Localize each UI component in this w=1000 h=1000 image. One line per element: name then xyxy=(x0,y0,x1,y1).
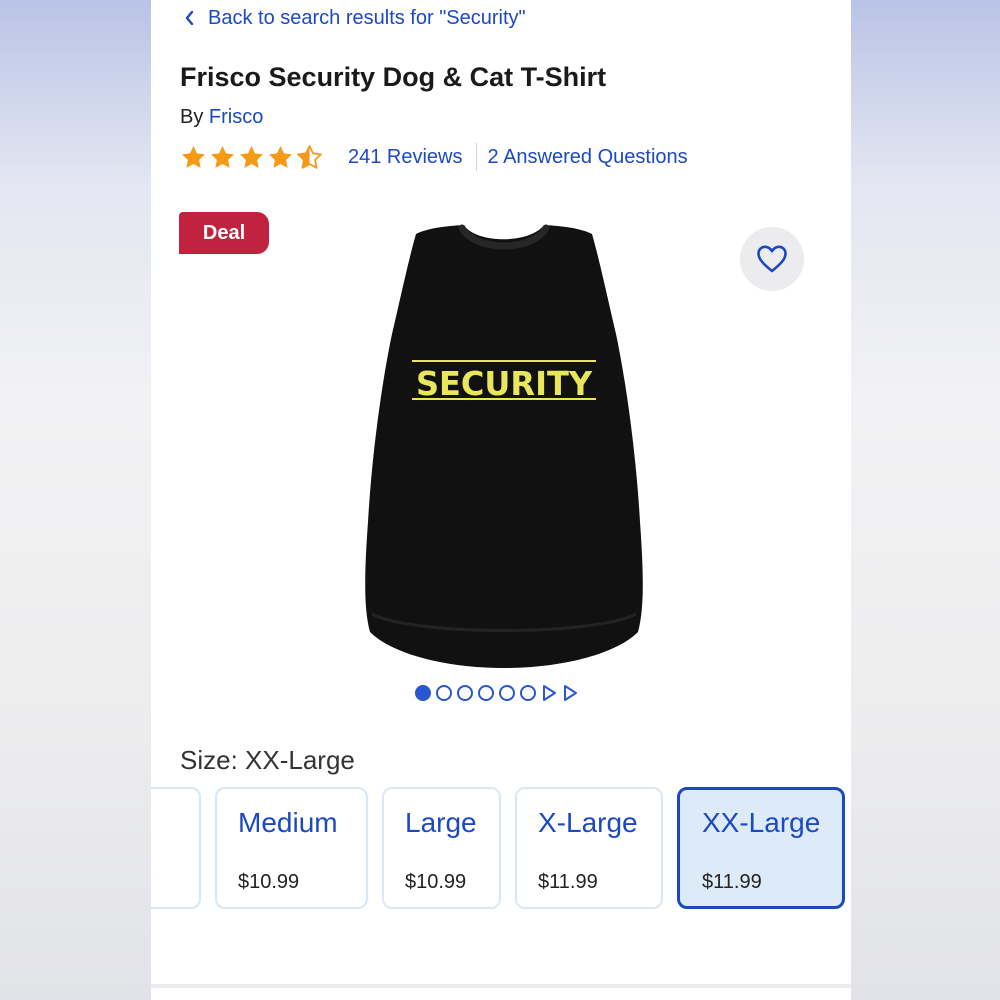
brand-link[interactable]: Frisco xyxy=(209,106,263,128)
favorite-button[interactable] xyxy=(740,227,804,291)
carousel-dot[interactable] xyxy=(478,685,494,701)
star-rating[interactable] xyxy=(180,144,323,171)
size-option-name: XX-Large xyxy=(702,807,821,838)
byline: By Frisco xyxy=(180,106,263,129)
star-icon xyxy=(240,145,263,168)
size-option-x-large[interactable]: X-Large $11.99 xyxy=(515,787,663,909)
size-option-medium[interactable]: Medium $10.99 xyxy=(215,787,368,909)
star-icon xyxy=(182,145,205,168)
carousel-dot[interactable] xyxy=(457,685,473,701)
size-option-price: $10.99 xyxy=(238,871,300,893)
play-arrow-icon[interactable] xyxy=(541,684,557,702)
back-link-label: Back to search results for "Security" xyxy=(208,6,526,29)
size-option-name: X-Large xyxy=(538,807,638,838)
reviews-link[interactable]: 241 Reviews xyxy=(348,146,463,169)
size-option-xx-large[interactable]: XX-Large $11.99 xyxy=(677,787,845,909)
play-arrow-icon[interactable] xyxy=(562,684,578,702)
star-icon xyxy=(269,145,292,168)
divider xyxy=(475,143,477,171)
size-option-large[interactable]: Large $10.99 xyxy=(382,787,501,909)
size-option-name: Medium xyxy=(238,807,338,838)
size-option-price: $11.99 xyxy=(538,871,598,893)
shirt-body xyxy=(365,225,643,668)
size-option-name: Large xyxy=(405,807,477,838)
heart-icon xyxy=(757,245,787,273)
carousel-dot[interactable] xyxy=(415,685,431,701)
size-option-price: $11.99 xyxy=(702,871,762,893)
size-option-small[interactable]: all xyxy=(151,787,201,909)
carousel-dot[interactable] xyxy=(499,685,515,701)
carousel-dot[interactable] xyxy=(436,685,452,701)
size-option-price: $10.99 xyxy=(405,871,467,893)
shirt-collar xyxy=(458,224,550,250)
by-label: By xyxy=(180,106,204,128)
print-line-top xyxy=(412,360,596,362)
section-divider xyxy=(151,984,851,988)
size-options: all Medium $10.99 Large $10.99 X-Large $… xyxy=(151,787,851,911)
image-carousel-dots xyxy=(415,683,578,703)
answered-questions-link[interactable]: 2 Answered Questions xyxy=(488,146,688,169)
rating-row: 241 Reviews 2 Answered Questions xyxy=(180,140,688,174)
product-page: Back to search results for "Security" Fr… xyxy=(151,0,851,1000)
deal-badge: Deal xyxy=(179,212,269,254)
product-title: Frisco Security Dog & Cat T-Shirt xyxy=(180,62,607,92)
shirt-print-text: SECURITY xyxy=(416,364,593,403)
half-star-icon xyxy=(297,144,322,169)
star-icon xyxy=(211,145,234,168)
product-image[interactable]: SECURITY xyxy=(354,222,654,672)
carousel-dot[interactable] xyxy=(520,685,536,701)
chevron-left-icon xyxy=(185,11,194,25)
back-to-results-link[interactable]: Back to search results for "Security" xyxy=(184,5,526,31)
size-selected-label: Size: XX-Large xyxy=(180,745,355,775)
